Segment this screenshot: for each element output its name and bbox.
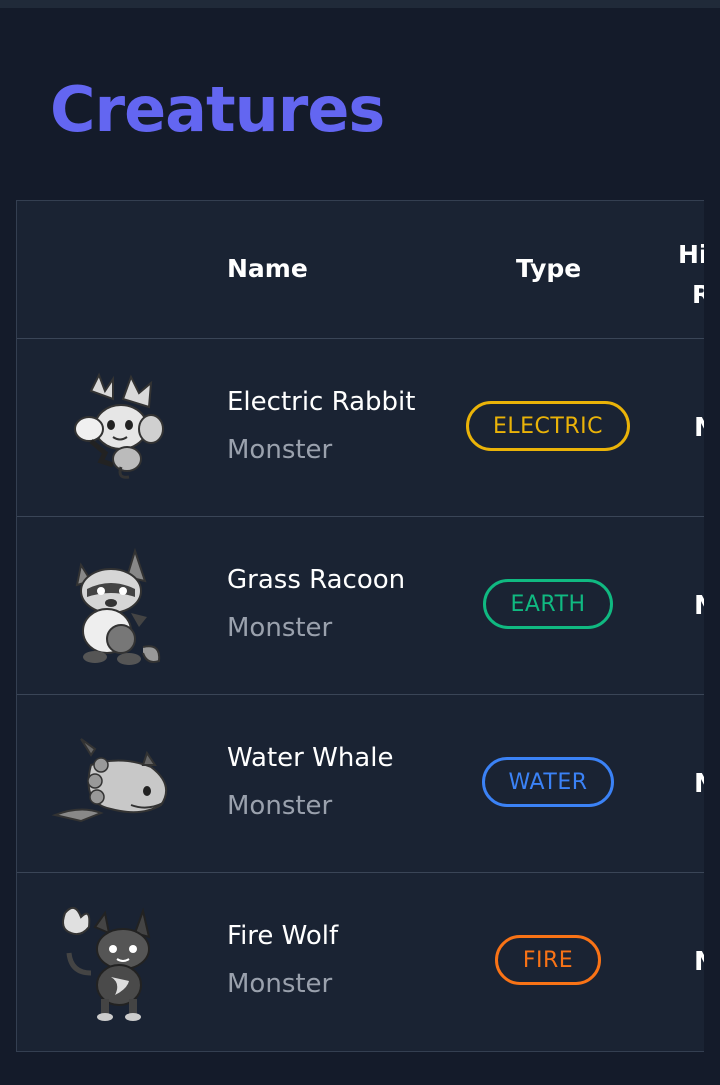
- creature-name: Electric Rabbit: [227, 387, 416, 417]
- creatures-table: Name Type Hi R Electric Rabbit Monster E…: [16, 200, 720, 1052]
- viewport-edge: [704, 200, 720, 1052]
- creature-name: Water Whale: [227, 743, 394, 773]
- top-bar: [0, 0, 720, 8]
- water-whale-icon: [51, 738, 168, 823]
- type-badge-fire: FIRE: [495, 935, 601, 985]
- creature-category: Monster: [227, 791, 333, 821]
- column-header-name[interactable]: Name: [227, 254, 308, 283]
- creature-name: Fire Wolf: [227, 921, 339, 951]
- creature-category: Monster: [227, 969, 333, 999]
- creature-category: Monster: [227, 435, 333, 465]
- table-row[interactable]: Grass Racoon Monster EARTH N: [17, 517, 720, 695]
- column-header-type[interactable]: Type: [516, 254, 581, 283]
- table-row[interactable]: Water Whale Monster WATER N: [17, 695, 720, 873]
- table-row[interactable]: Fire Wolf Monster FIRE N: [17, 873, 720, 1051]
- grass-racoon-icon: [75, 547, 161, 665]
- type-badge-water: WATER: [482, 757, 614, 807]
- fire-wolf-icon: [62, 906, 151, 1021]
- type-badge-electric: ELECTRIC: [466, 401, 630, 451]
- electric-rabbit-icon: [74, 372, 164, 479]
- creature-category: Monster: [227, 613, 333, 643]
- type-badge-earth: EARTH: [483, 579, 613, 629]
- page-title: Creatures: [50, 73, 385, 146]
- table-row[interactable]: Electric Rabbit Monster ELECTRIC N: [17, 339, 720, 517]
- creature-name: Grass Racoon: [227, 565, 406, 595]
- table-header: Name Type Hi R: [17, 201, 720, 339]
